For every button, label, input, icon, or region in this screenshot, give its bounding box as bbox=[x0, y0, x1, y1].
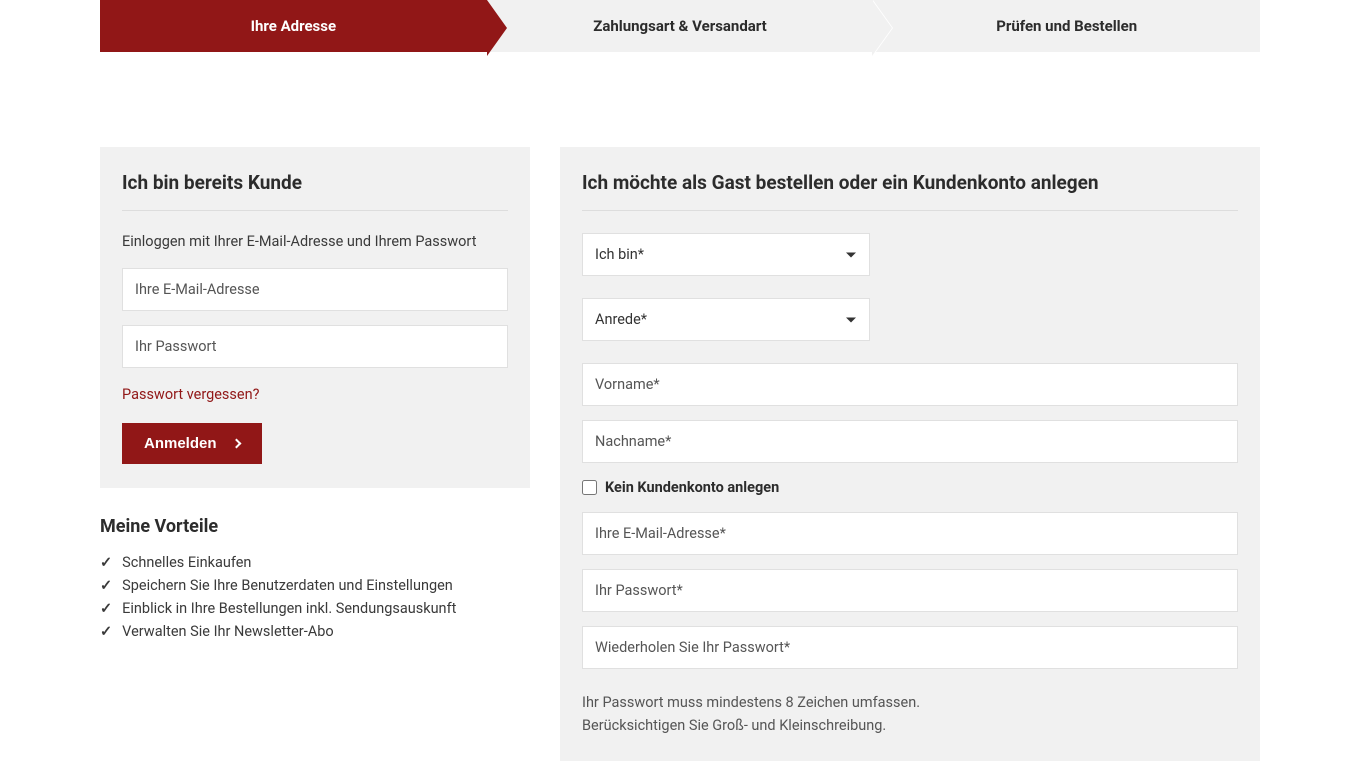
no-account-checkbox[interactable] bbox=[582, 480, 597, 495]
register-heading: Ich möchte als Gast bestellen oder ein K… bbox=[582, 171, 1238, 211]
login-email-input[interactable] bbox=[122, 268, 508, 311]
forgot-password-link[interactable]: Passwort vergessen? bbox=[122, 386, 259, 403]
benefits-heading: Meine Vorteile bbox=[100, 516, 530, 537]
benefit-item: Speichern Sie Ihre Benutzerdaten und Ein… bbox=[100, 574, 530, 597]
step-label: Ihre Adresse bbox=[251, 17, 336, 35]
step-review-order[interactable]: Prüfen und Bestellen bbox=[873, 0, 1260, 52]
customer-type-select-wrap: Ich bin* bbox=[582, 233, 870, 276]
benefit-item: Einblick in Ihre Bestellungen inkl. Send… bbox=[100, 597, 530, 620]
step-label: Prüfen und Bestellen bbox=[996, 17, 1137, 35]
login-password-input[interactable] bbox=[122, 325, 508, 368]
login-subtext: Einloggen mit Ihrer E-Mail-Adresse und I… bbox=[122, 233, 508, 250]
step-address[interactable]: Ihre Adresse bbox=[100, 0, 487, 52]
no-account-label[interactable]: Kein Kundenkonto anlegen bbox=[605, 479, 779, 496]
login-submit-label: Anmelden bbox=[144, 435, 217, 452]
benefits-list: Schnelles Einkaufen Speichern Sie Ihre B… bbox=[100, 551, 530, 643]
login-heading: Ich bin bereits Kunde bbox=[122, 171, 508, 211]
lastname-input[interactable] bbox=[582, 420, 1238, 463]
register-email-input[interactable] bbox=[582, 512, 1238, 555]
login-submit-button[interactable]: Anmelden bbox=[122, 423, 262, 464]
benefit-item: Schnelles Einkaufen bbox=[100, 551, 530, 574]
benefit-item: Verwalten Sie Ihr Newsletter-Abo bbox=[100, 620, 530, 643]
step-payment-shipping[interactable]: Zahlungsart & Versandart bbox=[487, 0, 874, 52]
register-panel: Ich möchte als Gast bestellen oder ein K… bbox=[560, 147, 1260, 761]
password-hint: Ihr Passwort muss mindestens 8 Zeichen u… bbox=[582, 691, 1238, 737]
step-label: Zahlungsart & Versandart bbox=[593, 17, 767, 35]
chevron-right-icon bbox=[231, 439, 241, 449]
register-password-confirm-input[interactable] bbox=[582, 626, 1238, 669]
checkout-steps: Ihre Adresse Zahlungsart & Versandart Pr… bbox=[100, 0, 1260, 52]
salutation-select[interactable]: Anrede* bbox=[582, 298, 870, 341]
firstname-input[interactable] bbox=[582, 363, 1238, 406]
salutation-select-wrap: Anrede* bbox=[582, 298, 870, 341]
login-panel: Ich bin bereits Kunde Einloggen mit Ihre… bbox=[100, 147, 530, 488]
register-password-input[interactable] bbox=[582, 569, 1238, 612]
customer-type-select[interactable]: Ich bin* bbox=[582, 233, 870, 276]
benefits-section: Meine Vorteile Schnelles Einkaufen Speic… bbox=[100, 516, 530, 643]
